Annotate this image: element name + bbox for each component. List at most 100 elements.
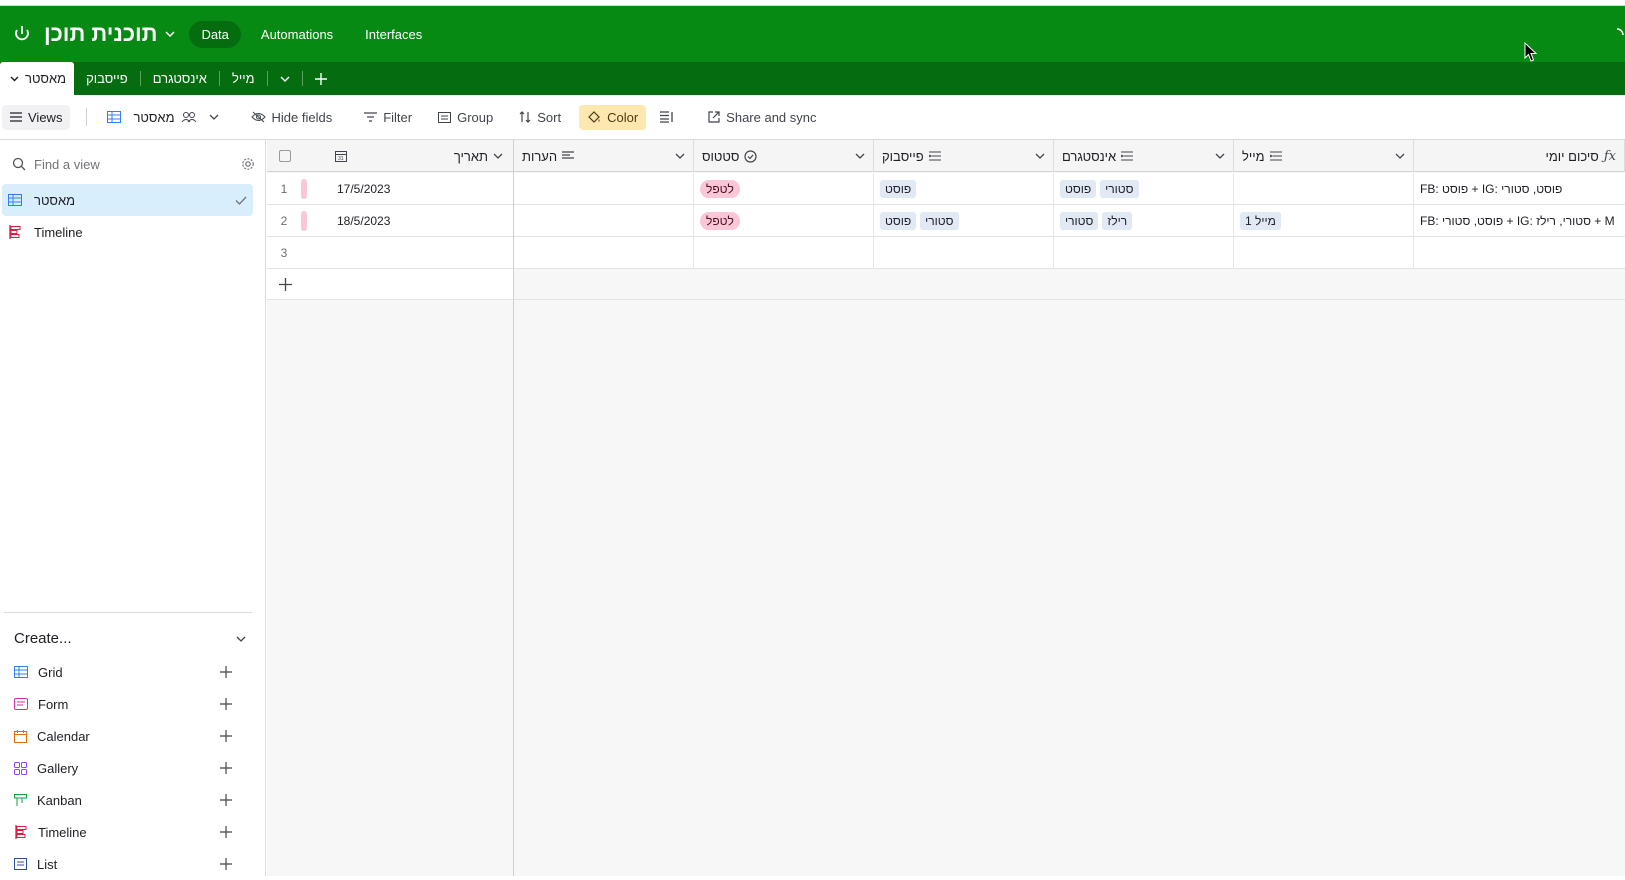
table-row[interactable]: 2 18/5/2023 לטפל פוסט סטורי סטורי רילז מ… <box>267 205 1625 237</box>
instagram-cell[interactable]: סטורי רילז <box>1054 205 1234 237</box>
plus-icon[interactable] <box>220 666 232 678</box>
table-row[interactable]: 3 <box>267 237 1625 269</box>
collaborators-icon <box>181 112 196 123</box>
row-height-button[interactable] <box>652 106 682 128</box>
column-label: סיכום יומי <box>1545 148 1599 164</box>
mail-cell[interactable] <box>1234 237 1414 269</box>
plus-icon[interactable] <box>220 794 232 806</box>
plus-icon[interactable] <box>220 698 232 710</box>
create-section-header[interactable]: Create... <box>14 630 246 647</box>
menu-icon <box>10 112 22 122</box>
sort-button[interactable]: Sort <box>511 105 569 130</box>
facebook-cell[interactable]: פוסט סטורי <box>874 205 1054 237</box>
notes-cell[interactable] <box>514 173 694 205</box>
header-notes[interactable]: הערות <box>514 140 694 172</box>
chevron-down-icon[interactable] <box>1215 153 1225 159</box>
header-mail[interactable]: מייל <box>1234 140 1414 172</box>
tag: פוסט <box>880 212 917 230</box>
view-switcher[interactable]: מאסטר <box>99 105 226 130</box>
add-record-button[interactable] <box>267 269 514 300</box>
views-toggle-button[interactable]: Views <box>2 104 71 130</box>
plus-icon[interactable] <box>220 858 232 870</box>
create-grid-item[interactable]: Grid <box>0 656 246 688</box>
create-item-label: Gallery <box>37 760 79 776</box>
all-tables-chevron-icon[interactable] <box>268 62 302 95</box>
instagram-cell[interactable]: פוסט סטורי <box>1054 173 1234 205</box>
summary-cell[interactable] <box>1414 237 1625 269</box>
create-item-label: List <box>37 856 58 872</box>
plus-icon[interactable] <box>220 762 232 774</box>
tab-master[interactable]: מאסטר <box>0 62 75 95</box>
status-cell[interactable]: לטפל <box>694 205 874 237</box>
tag: סטורי <box>1060 212 1099 230</box>
sidebar-view-timeline[interactable]: Timeline <box>2 216 253 248</box>
instagram-cell[interactable] <box>1054 237 1234 269</box>
plus-icon[interactable] <box>220 730 232 742</box>
hide-fields-button[interactable]: Hide fields <box>243 105 341 130</box>
table-row[interactable]: 1 17/5/2023 לטפל פוסט פוסט סטורי FB: פוס… <box>267 173 1625 205</box>
nav-interfaces[interactable]: Interfaces <box>353 21 434 48</box>
create-calendar-item[interactable]: Calendar <box>0 720 246 752</box>
add-table-plus-icon[interactable] <box>303 62 339 95</box>
header-daily-summary[interactable]: סיכום יומי ƒx <box>1414 140 1625 172</box>
header-facebook[interactable]: פייסבוק <box>874 140 1054 172</box>
facebook-cell[interactable]: פוסט <box>874 173 1054 205</box>
nav-data[interactable]: Data <box>189 20 241 48</box>
create-item-label: Form <box>38 696 69 712</box>
find-view-input[interactable]: Find a view <box>34 157 241 172</box>
group-button[interactable]: Group <box>430 105 501 130</box>
summary-cell[interactable]: FB: פוסט, סטורי + IG: סטורי, רילז + M <box>1414 205 1625 237</box>
base-title[interactable]: תוכנית תוכן <box>44 21 157 47</box>
share-and-sync-button[interactable]: Share and sync <box>700 105 824 130</box>
column-label: אינסטגרם <box>1062 148 1117 164</box>
chevron-down-icon[interactable] <box>675 153 685 159</box>
notes-cell[interactable] <box>514 205 694 237</box>
filter-button[interactable]: Filter <box>356 105 420 130</box>
status-cell[interactable] <box>694 237 874 269</box>
color-button[interactable]: Color <box>579 104 647 130</box>
facebook-cell[interactable] <box>874 237 1054 269</box>
data-grid: 31 תאריך הערות סטטוס פייסבוק אינסטגרם מי… <box>267 140 1625 876</box>
create-kanban-item[interactable]: Kanban <box>0 784 246 816</box>
row-leading-cell: 1 17/5/2023 <box>267 173 514 205</box>
chevron-down-icon[interactable] <box>10 76 19 82</box>
create-list-item[interactable]: List <box>0 848 246 880</box>
create-form-item[interactable]: Form <box>0 688 246 720</box>
grid-header-row: 31 תאריך הערות סטטוס פייסבוק אינסטגרם מי… <box>267 140 1625 172</box>
sidebar-view-master[interactable]: מאסטר <box>2 184 253 216</box>
create-item-label: Calendar <box>37 728 90 744</box>
create-label: Create... <box>14 630 72 647</box>
gear-icon[interactable] <box>241 157 255 171</box>
plus-icon[interactable] <box>220 826 232 838</box>
header-instagram[interactable]: אינסטגרם <box>1054 140 1234 172</box>
chevron-down-icon[interactable] <box>165 31 175 37</box>
chevron-down-icon[interactable] <box>855 153 865 159</box>
chevron-down-icon[interactable] <box>1395 153 1405 159</box>
header-date[interactable]: 31 תאריך <box>335 149 513 164</box>
nav-automations[interactable]: Automations <box>249 21 345 48</box>
mail-cell[interactable]: מייל 1 <box>1234 205 1414 237</box>
tab-instagram[interactable]: אינסטגרם <box>141 62 219 95</box>
tab-mail[interactable]: מייל <box>220 62 267 95</box>
notes-cell[interactable] <box>514 237 694 269</box>
chevron-down-icon[interactable] <box>1035 153 1045 159</box>
date-cell[interactable]: 17/5/2023 <box>337 182 390 196</box>
column-label: מייל <box>1242 148 1265 164</box>
timeline-icon <box>9 225 21 239</box>
row-number: 3 <box>280 246 288 260</box>
select-all-checkbox[interactable] <box>279 150 291 162</box>
history-icon[interactable] <box>1616 26 1625 47</box>
create-gallery-item[interactable]: Gallery <box>0 752 246 784</box>
mail-cell[interactable] <box>1234 173 1414 205</box>
home-icon[interactable] <box>4 16 40 52</box>
status-cell[interactable]: לטפל <box>694 173 874 205</box>
header-status[interactable]: סטטוס <box>694 140 874 172</box>
create-item-label: Timeline <box>38 824 87 840</box>
tag: מייל 1 <box>1240 212 1281 230</box>
chevron-down-icon[interactable] <box>493 153 503 159</box>
date-cell[interactable]: 18/5/2023 <box>337 214 390 228</box>
tab-facebook[interactable]: פייסבוק <box>74 62 140 95</box>
grid-icon <box>8 194 22 206</box>
create-timeline-item[interactable]: Timeline <box>0 816 246 848</box>
summary-cell[interactable]: FB: פוסט + IG: פוסט, סטורי <box>1414 173 1625 205</box>
